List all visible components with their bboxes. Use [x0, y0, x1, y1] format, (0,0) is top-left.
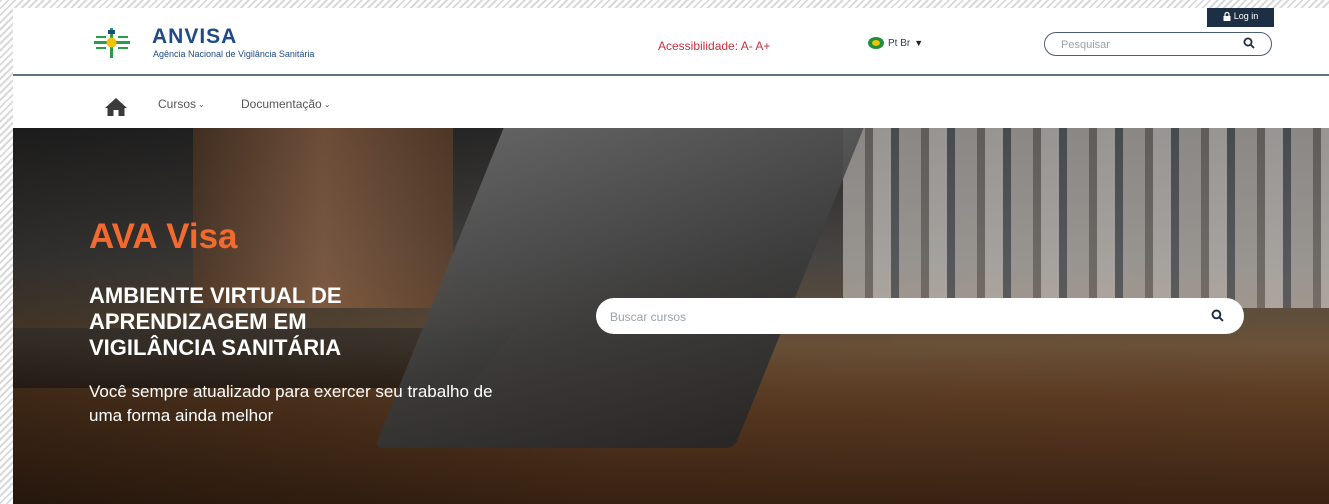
nav-item-label: Cursos — [158, 97, 197, 111]
search-icon[interactable] — [1211, 309, 1224, 322]
language-selector[interactable]: Pt Br ▼ — [868, 37, 923, 49]
brand-name[interactable]: ANVISA — [152, 25, 237, 49]
caret-down-icon: ▼ — [914, 38, 924, 48]
language-label: Pt Br — [888, 37, 911, 49]
login-label: Log in — [1233, 11, 1259, 21]
lock-icon — [1223, 11, 1231, 21]
hero-title: AVA Visa — [89, 217, 238, 256]
hero-text: Você sempre atualizado para exercer seu … — [89, 382, 493, 425]
header-search — [1044, 32, 1272, 56]
course-search-input[interactable] — [608, 307, 1172, 327]
flag-icon — [868, 37, 884, 49]
search-icon[interactable] — [1243, 37, 1255, 49]
chevron-down-icon: ⌄ — [323, 99, 331, 109]
home-icon[interactable] — [104, 97, 128, 117]
nav-item-label: Documentação — [241, 97, 322, 111]
page-frame: ANVISA Agência Nacional de Vigilância Sa… — [13, 8, 1329, 504]
chevron-down-icon: ⌄ — [198, 99, 205, 109]
background-bookshelf — [843, 128, 1329, 308]
nav-item-documentacao[interactable]: Documentação ⌄ — [241, 97, 330, 111]
header-search-input[interactable] — [1059, 36, 1233, 54]
hero-subtitle: AMBIENTE VIRTUAL DE APRENDIZAGEM EM VIGI… — [89, 283, 342, 360]
accessibility-controls[interactable]: Acessibilidade: A- A+ — [658, 39, 770, 53]
brand-subtitle: Agência Nacional de Vigilância Sanitária — [153, 49, 315, 59]
main-nav: Cursos ⌄ Documentação ⌄ — [13, 76, 1329, 128]
course-search — [596, 298, 1244, 334]
hero-banner: AVA Visa AMBIENTE VIRTUAL DE APRENDIZAGE… — [13, 128, 1329, 504]
site-header: ANVISA Agência Nacional de Vigilância Sa… — [13, 8, 1329, 76]
anvisa-logo-icon[interactable] — [92, 26, 132, 60]
login-button[interactable]: Log in — [1207, 8, 1274, 27]
nav-item-cursos[interactable]: Cursos ⌄ — [158, 97, 205, 111]
